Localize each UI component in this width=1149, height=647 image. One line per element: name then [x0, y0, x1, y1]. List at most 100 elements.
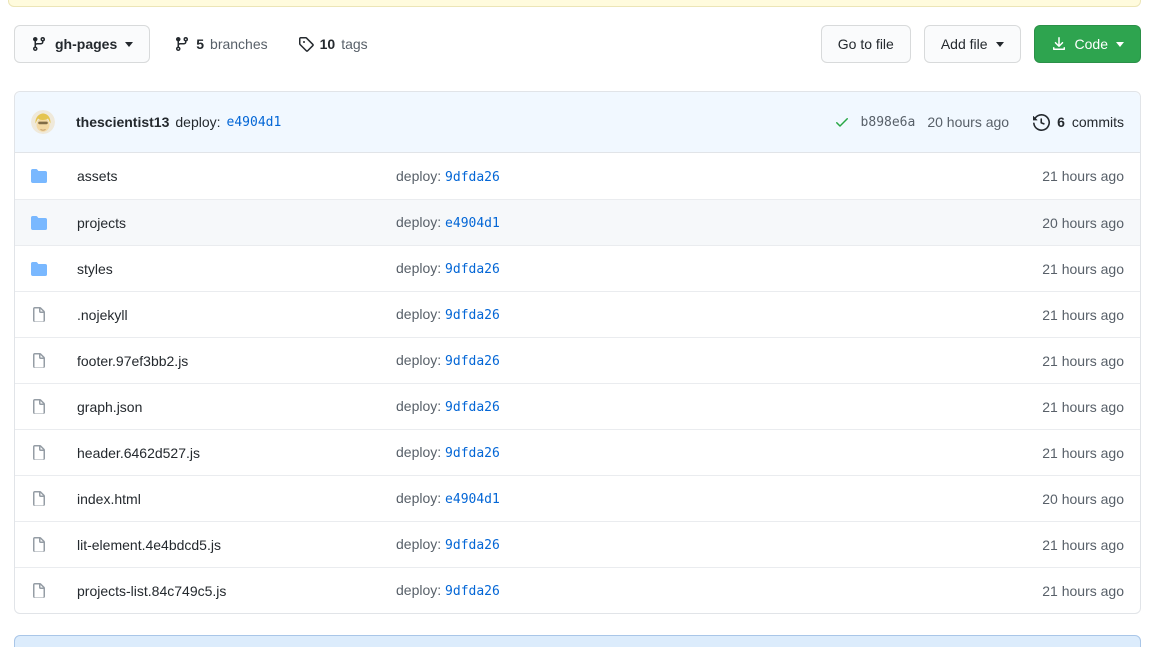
file-icon — [31, 307, 47, 323]
row-commit-hash-link[interactable]: 9dfda26 — [445, 446, 500, 461]
branches-label: branches — [210, 36, 268, 52]
commit-author-link[interactable]: thescientist13 — [76, 114, 169, 130]
file-table: thescientist13 deploy: e4904d1 b898e6a 2… — [14, 91, 1141, 614]
file-type-icon-cell — [31, 445, 77, 461]
add-file-label: Add file — [941, 36, 988, 52]
file-name-link[interactable]: header.6462d527.js — [77, 445, 200, 461]
row-commit-message-link[interactable]: deploy: — [396, 306, 441, 322]
tags-count: 10 — [320, 36, 336, 52]
check-icon[interactable] — [834, 114, 850, 130]
commit-message-cell: deploy: e4904d1 — [396, 214, 954, 231]
commit-message-cell: deploy: 9dfda26 — [396, 168, 954, 185]
row-commit-message-link[interactable]: deploy: — [396, 214, 441, 230]
row-commit-hash-link[interactable]: 9dfda26 — [445, 170, 500, 185]
code-button[interactable]: Code — [1034, 25, 1141, 63]
row-commit-message-link[interactable]: deploy: — [396, 582, 441, 598]
file-icon — [31, 445, 47, 461]
file-commit-time: 20 hours ago — [954, 215, 1124, 231]
avatar[interactable] — [31, 110, 55, 134]
commit-message-cell: deploy: 9dfda26 — [396, 306, 954, 323]
head-commit-hash[interactable]: b898e6a — [861, 115, 916, 130]
file-name-link[interactable]: graph.json — [77, 399, 142, 415]
row-commit-hash-link[interactable]: 9dfda26 — [445, 262, 500, 277]
commit-message-link[interactable]: deploy: — [175, 114, 220, 130]
row-commit-hash-link[interactable]: 9dfda26 — [445, 400, 500, 415]
file-list: assets deploy: 9dfda26 21 hours ago proj… — [15, 153, 1140, 613]
file-type-icon-cell — [31, 399, 77, 415]
tag-icon — [298, 36, 314, 52]
go-to-file-button[interactable]: Go to file — [821, 25, 911, 63]
file-type-icon-cell — [31, 537, 77, 553]
commit-message-cell: deploy: 9dfda26 — [396, 582, 954, 599]
row-commit-message-link[interactable]: deploy: — [396, 398, 441, 414]
commit-message-cell: deploy: 9dfda26 — [396, 398, 954, 415]
repo-toolbar: gh-pages 5 branches 10 tags Go to file — [14, 24, 1141, 64]
branches-link[interactable]: 5 branches — [174, 36, 267, 52]
file-row: footer.97ef3bb2.js deploy: 9dfda26 21 ho… — [15, 337, 1140, 383]
file-type-icon-cell — [31, 168, 77, 184]
file-commit-time: 21 hours ago — [954, 583, 1124, 599]
row-commit-message-link[interactable]: deploy: — [396, 536, 441, 552]
commits-label: commits — [1072, 114, 1124, 130]
file-commit-time: 21 hours ago — [954, 537, 1124, 553]
file-commit-time: 21 hours ago — [954, 445, 1124, 461]
file-name-link[interactable]: projects — [77, 215, 126, 231]
latest-commit-bar: thescientist13 deploy: e4904d1 b898e6a 2… — [15, 92, 1140, 153]
current-branch-label: gh-pages — [55, 36, 117, 52]
file-icon — [31, 583, 47, 599]
file-type-icon-cell — [31, 353, 77, 369]
file-name-link[interactable]: styles — [77, 261, 113, 277]
file-type-icon-cell — [31, 583, 77, 599]
commits-count: 6 — [1057, 114, 1065, 130]
row-commit-hash-link[interactable]: e4904d1 — [445, 492, 500, 507]
tags-link[interactable]: 10 tags — [298, 36, 368, 52]
row-commit-message-link[interactable]: deploy: — [396, 352, 441, 368]
row-commit-hash-link[interactable]: e4904d1 — [445, 216, 500, 231]
file-commit-time: 21 hours ago — [954, 353, 1124, 369]
commit-meta: b898e6a 20 hours ago 6 commits — [834, 114, 1124, 131]
tags-label: tags — [341, 36, 367, 52]
row-commit-hash-link[interactable]: 9dfda26 — [445, 308, 500, 323]
row-commit-message-link[interactable]: deploy: — [396, 168, 441, 184]
file-commit-time: 21 hours ago — [954, 399, 1124, 415]
row-commit-hash-link[interactable]: 9dfda26 — [445, 584, 500, 599]
branches-count: 5 — [196, 36, 204, 52]
file-row: index.html deploy: e4904d1 20 hours ago — [15, 475, 1140, 521]
file-row: header.6462d527.js deploy: 9dfda26 21 ho… — [15, 429, 1140, 475]
file-commit-time: 21 hours ago — [954, 168, 1124, 184]
file-commit-time: 20 hours ago — [954, 491, 1124, 507]
file-name-link[interactable]: assets — [77, 168, 117, 184]
row-commit-message-link[interactable]: deploy: — [396, 444, 441, 460]
commits-history-link[interactable]: 6 commits — [1033, 114, 1124, 131]
file-icon — [31, 537, 47, 553]
repo-counts: 5 branches 10 tags — [174, 36, 367, 52]
file-name-link[interactable]: lit-element.4e4bdcd5.js — [77, 537, 221, 553]
git-branch-icon — [31, 36, 47, 52]
file-type-icon-cell — [31, 261, 77, 277]
folder-icon — [31, 168, 47, 184]
notice-banner — [14, 635, 1141, 647]
file-row: graph.json deploy: 9dfda26 21 hours ago — [15, 383, 1140, 429]
row-commit-hash-link[interactable]: 9dfda26 — [445, 354, 500, 369]
row-commit-hash-link[interactable]: 9dfda26 — [445, 538, 500, 553]
add-file-button[interactable]: Add file — [924, 25, 1021, 63]
folder-icon — [31, 261, 47, 277]
file-commit-time: 21 hours ago — [954, 261, 1124, 277]
commit-message-cell: deploy: 9dfda26 — [396, 536, 954, 553]
file-row: lit-element.4e4bdcd5.js deploy: 9dfda26 … — [15, 521, 1140, 567]
file-type-icon-cell — [31, 491, 77, 507]
file-name-link[interactable]: index.html — [77, 491, 141, 507]
file-type-icon-cell — [31, 307, 77, 323]
file-name-link[interactable]: .nojekyll — [77, 307, 128, 323]
file-icon — [31, 491, 47, 507]
branch-selector-button[interactable]: gh-pages — [14, 25, 150, 63]
toolbar-actions: Go to file Add file Code — [821, 25, 1141, 63]
file-commit-time: 21 hours ago — [954, 307, 1124, 323]
commit-message-hash-link[interactable]: e4904d1 — [227, 115, 282, 130]
file-name-link[interactable]: footer.97ef3bb2.js — [77, 353, 188, 369]
file-name-link[interactable]: projects-list.84c749c5.js — [77, 583, 226, 599]
row-commit-message-link[interactable]: deploy: — [396, 490, 441, 506]
folder-icon — [31, 215, 47, 231]
file-icon — [31, 399, 47, 415]
row-commit-message-link[interactable]: deploy: — [396, 260, 441, 276]
